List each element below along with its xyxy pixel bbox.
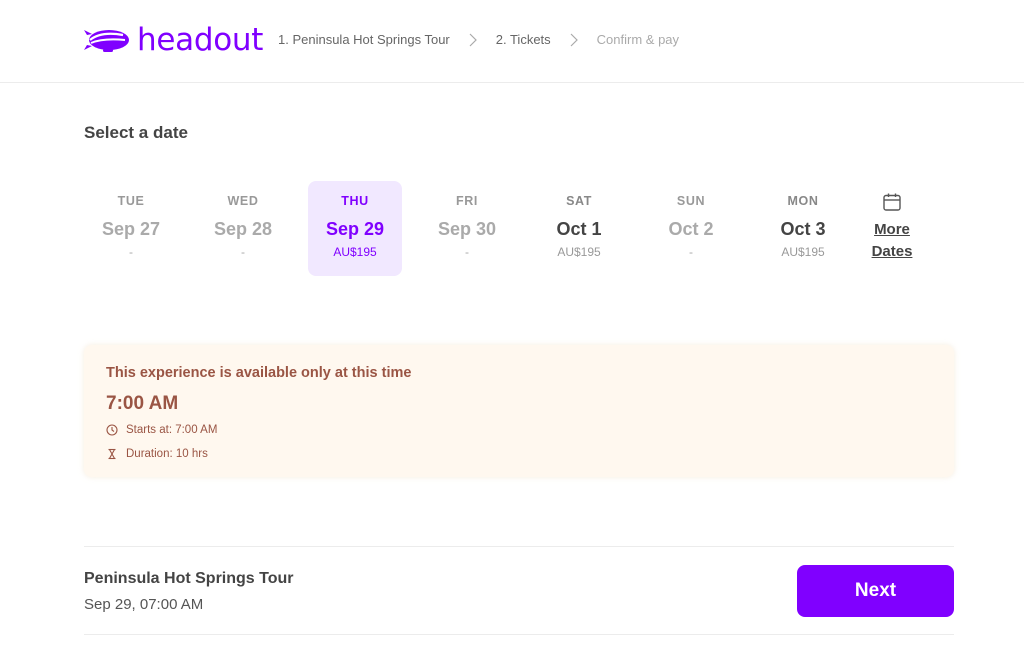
date-price: - (241, 245, 245, 259)
date-dow: SAT (566, 194, 592, 208)
blimp-icon (84, 30, 129, 52)
tour-name: Peninsula Hot Springs Tour (84, 570, 294, 587)
date-dow: TUE (117, 194, 145, 208)
date-day: Oct 3 (780, 219, 826, 239)
chevron-right-icon (469, 33, 477, 46)
date-option-oct-1[interactable]: SAT Oct 1 AU$195 (532, 181, 626, 276)
breadcrumb: 1. Peninsula Hot Springs Tour 2. Tickets… (278, 32, 679, 47)
footer-divider-top (84, 546, 954, 547)
date-dow: WED (227, 194, 259, 208)
select-date-title: Select a date (84, 123, 188, 142)
date-option-sep-29[interactable]: THU Sep 29 AU$195 (308, 181, 402, 276)
calendar-icon (883, 193, 901, 211)
header: headout 1. Peninsula Hot Springs Tour 2.… (0, 0, 1024, 83)
date-day: Oct 1 (556, 219, 602, 239)
hourglass-icon (108, 448, 116, 460)
start-time-text: Starts at: 7:00 AM (126, 424, 218, 436)
date-price: AU$195 (557, 245, 601, 259)
availability-title: This experience is available only at thi… (106, 365, 412, 381)
tour-datetime: Sep 29, 07:00 AM (84, 596, 204, 613)
date-dow: SUN (676, 194, 706, 208)
duration-row: Duration: 10 hrs (106, 448, 208, 460)
date-day: Sep 30 (437, 219, 497, 239)
date-day: Sep 28 (213, 219, 273, 239)
date-price: - (465, 245, 469, 259)
date-dow: THU (341, 194, 369, 208)
more-dates-button[interactable]: More Dates (862, 181, 922, 276)
next-button[interactable]: Next (797, 565, 954, 617)
duration-text: Duration: 10 hrs (126, 448, 208, 460)
date-price: AU$195 (781, 245, 825, 259)
footer-divider-bottom (84, 634, 954, 635)
breadcrumb-step-tickets: 2. Tickets (495, 32, 551, 47)
date-day: Sep 29 (325, 219, 385, 239)
date-price: - (129, 245, 133, 259)
date-price: AU$195 (333, 245, 377, 259)
date-dow: MON (787, 194, 819, 208)
availability-card: This experience is available only at thi… (84, 345, 954, 477)
clock-icon (106, 424, 118, 436)
date-option-oct-2[interactable]: SUN Oct 2 - (644, 181, 738, 276)
date-option-oct-3[interactable]: MON Oct 3 AU$195 (756, 181, 850, 276)
more-dates-line1: More (874, 221, 910, 238)
date-option-sep-28[interactable]: WED Sep 28 - (196, 181, 290, 276)
more-dates-line2: Dates (871, 243, 913, 260)
chevron-right-icon (570, 33, 578, 46)
brand-name: headout (137, 22, 264, 58)
date-option-sep-30[interactable]: FRI Sep 30 - (420, 181, 514, 276)
date-option-sep-27[interactable]: TUE Sep 27 - (84, 181, 178, 276)
breadcrumb-step-tour[interactable]: 1. Peninsula Hot Springs Tour (278, 32, 450, 47)
headout-logo[interactable]: headout (83, 22, 263, 58)
more-dates-label[interactable]: More Dates (872, 219, 913, 263)
availability-time: 7:00 AM (106, 393, 179, 414)
date-selector: TUE Sep 27 - WED Sep 28 - THU Sep 29 AU$… (84, 181, 922, 276)
date-day: Oct 2 (668, 219, 714, 239)
date-day: Sep 27 (101, 219, 161, 239)
date-dow: FRI (456, 194, 478, 208)
date-price: - (689, 245, 693, 259)
start-time-row: Starts at: 7:00 AM (106, 424, 217, 436)
breadcrumb-step-confirm-pay: Confirm & pay (596, 32, 680, 47)
